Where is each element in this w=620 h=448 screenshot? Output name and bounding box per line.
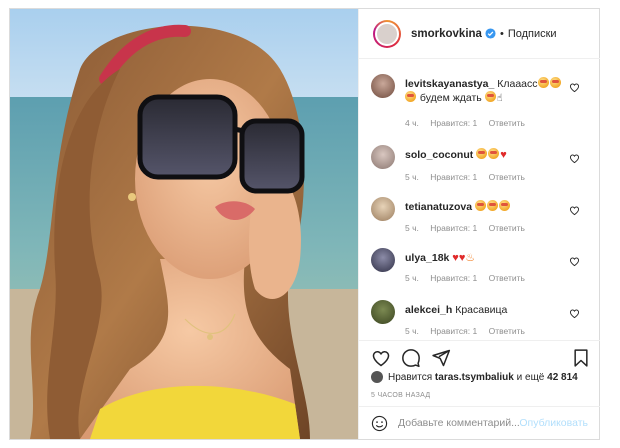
comment-username[interactable]: tetianatuzova: [405, 201, 472, 213]
liker-avatar[interactable]: [371, 371, 383, 383]
emoji-icon: [487, 200, 499, 211]
post-photo[interactable]: [10, 9, 358, 439]
comment-time: 4 ч.: [405, 118, 419, 128]
comment-meta: 5 ч. Нравится: 1 Ответить: [405, 172, 534, 182]
instagram-post-window: smorkovkina • Подписки levitskayanastya_…: [9, 8, 600, 440]
comment-likes[interactable]: Нравится: 1: [430, 273, 477, 283]
heart-outline-icon[interactable]: [569, 82, 580, 93]
comment-meta: 5 ч. Нравится: 1 Ответить: [405, 326, 534, 336]
commenter-avatar[interactable]: [371, 248, 395, 272]
comment-time: 5 ч.: [405, 223, 419, 233]
comment-likes[interactable]: Нравится: 1: [430, 326, 477, 336]
comment-time: 5 ч.: [405, 172, 419, 182]
author-username[interactable]: smorkovkina: [411, 28, 482, 40]
heart-outline-icon[interactable]: [569, 205, 580, 216]
likes-prefix: Нравится: [388, 371, 433, 383]
post-side-panel: smorkovkina • Подписки levitskayanastya_…: [358, 9, 600, 439]
comment-username[interactable]: ulya_18k: [405, 252, 449, 264]
fire-icon: ♨: [465, 252, 476, 264]
heart-outline-icon[interactable]: [569, 153, 580, 164]
following-button[interactable]: Подписки: [508, 28, 557, 40]
commenter-avatar[interactable]: [371, 197, 395, 221]
emoji-smile-icon[interactable]: [371, 415, 388, 432]
emoji-icon: [476, 148, 488, 159]
heart-outline-icon[interactable]: [569, 256, 580, 267]
comment-text: Красавица: [455, 304, 508, 316]
comment-username[interactable]: alekcei_h: [405, 304, 452, 316]
comment-likes[interactable]: Нравится: 1: [430, 118, 477, 128]
post-actions-bar: [359, 340, 600, 368]
comment-username[interactable]: solo_coconut: [405, 149, 473, 161]
comment-meta: 5 ч. Нравится: 1 Ответить: [405, 223, 534, 233]
hand-emoji-icon: ☝: [496, 93, 503, 104]
post-header: smorkovkina • Подписки: [359, 9, 600, 59]
reply-button[interactable]: Ответить: [489, 223, 525, 233]
author-avatar[interactable]: [373, 19, 401, 48]
likes-middle: и ещё: [516, 371, 545, 383]
comment-content: ulya_18k ♥♥♨: [405, 251, 565, 265]
likes-count[interactable]: 42 814: [547, 372, 578, 383]
commenter-avatar[interactable]: [371, 74, 395, 98]
likes-summary: Нравится taras.tsymbaliuk и ещё 42 814: [371, 371, 578, 383]
commenter-avatar[interactable]: [371, 300, 395, 324]
share-send-icon[interactable]: [431, 348, 451, 368]
header-separator: •: [499, 27, 504, 40]
reply-button[interactable]: Ответить: [489, 172, 525, 182]
comment-time: 5 ч.: [405, 273, 419, 283]
comment-text-tail: будем ждать: [419, 92, 482, 104]
bookmark-icon[interactable]: [571, 348, 591, 368]
reply-button[interactable]: Ответить: [489, 273, 525, 283]
emoji-icon: [499, 200, 511, 211]
like-heart-icon[interactable]: [371, 348, 391, 368]
comment-content: solo_coconut ♥: [405, 148, 565, 162]
heart-outline-icon[interactable]: [569, 308, 580, 319]
comment-username[interactable]: levitskayanastya_: [405, 78, 494, 90]
comment-content: alekcei_h Красавица: [405, 303, 565, 317]
emoji-icon: [405, 91, 416, 102]
publish-button[interactable]: Опубликовать: [519, 417, 588, 429]
reply-button[interactable]: Ответить: [489, 118, 525, 128]
emoji-icon: [549, 77, 561, 88]
comment-meta: 5 ч. Нравится: 1 Ответить: [405, 273, 534, 283]
emoji-icon: [488, 148, 500, 159]
comment-text: Клааасс: [497, 78, 538, 90]
comment-content: levitskayanastya_ Клааасс будем ждать ☝: [405, 77, 565, 106]
comment-likes[interactable]: Нравится: 1: [430, 223, 477, 233]
comment-likes[interactable]: Нравится: 1: [430, 172, 477, 182]
verified-badge-icon: [485, 28, 496, 39]
commenter-avatar[interactable]: [371, 145, 395, 169]
comment-meta: 4 ч. Нравится: 1 Ответить: [405, 118, 534, 128]
comment-content: tetianatuzova: [405, 200, 565, 214]
add-comment-bar: Опубликовать: [359, 406, 600, 439]
comments-list: levitskayanastya_ Клааасс будем ждать ☝ …: [359, 60, 600, 340]
liker-username[interactable]: taras.tsymbaliuk: [435, 372, 514, 383]
post-timestamp[interactable]: 5 ЧАСОВ НАЗАД: [371, 392, 430, 399]
comment-input[interactable]: [398, 417, 538, 429]
red-heart-icon: ♥: [500, 149, 507, 161]
comment-bubble-icon[interactable]: [401, 348, 421, 368]
comment-time: 5 ч.: [405, 326, 419, 336]
emoji-icon: [537, 77, 549, 88]
emoji-icon: [484, 91, 496, 102]
reply-button[interactable]: Ответить: [489, 326, 525, 336]
emoji-icon: [475, 200, 487, 211]
selfie-image: [10, 9, 358, 439]
